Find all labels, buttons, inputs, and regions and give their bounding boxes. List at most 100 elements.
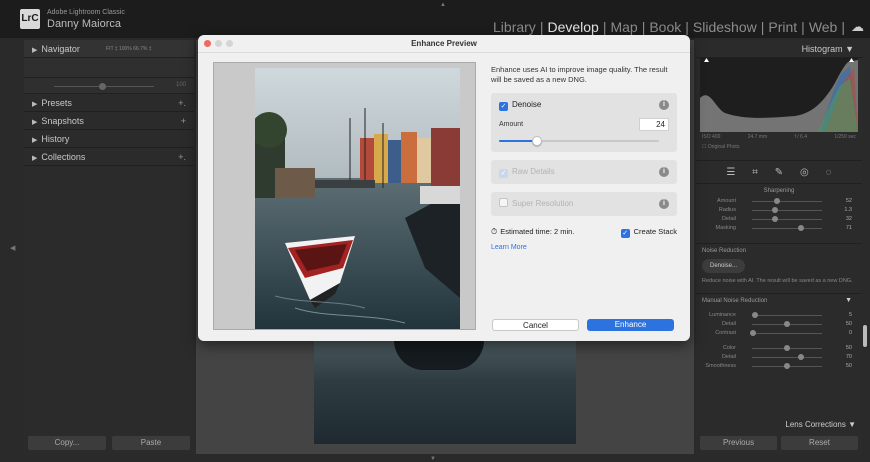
super-resolution-option-box: Super Resolution i bbox=[491, 192, 677, 216]
cloud-icon[interactable]: ☁ bbox=[851, 19, 864, 35]
create-stack-option[interactable]: ✓ Create Stack bbox=[620, 226, 677, 238]
slider-value[interactable]: 71 bbox=[846, 225, 852, 231]
preset-amount-value: 100 bbox=[175, 82, 186, 88]
slider-value[interactable]: 0 bbox=[849, 330, 852, 336]
collapse-triangle-icon[interactable]: ▼ bbox=[845, 294, 852, 308]
slider-label: Smoothness bbox=[705, 363, 736, 369]
sharpening-title: Sharpening bbox=[763, 188, 795, 194]
add-snapshot-icon[interactable]: + bbox=[181, 112, 186, 130]
slider-knob[interactable] bbox=[772, 207, 778, 213]
red-eye-icon[interactable]: ◎ bbox=[800, 167, 809, 178]
cancel-button[interactable]: Cancel bbox=[492, 319, 579, 331]
module-develop[interactable]: Develop bbox=[543, 19, 602, 35]
previous-button[interactable]: Previous bbox=[700, 436, 777, 450]
slider-label: Luminance bbox=[709, 312, 736, 318]
module-library[interactable]: Library bbox=[489, 19, 540, 35]
color-detail-slider[interactable]: Detail 70 bbox=[702, 353, 856, 362]
collapse-top-arrow-icon[interactable]: ▲ bbox=[440, 2, 446, 8]
snapshots-header[interactable]: ▶ Snapshots + bbox=[24, 112, 194, 130]
luminance-detail-slider[interactable]: Detail 50 bbox=[702, 320, 856, 329]
super-resolution-info-icon[interactable]: i bbox=[659, 199, 669, 209]
collapse-bottom-arrow-icon[interactable]: ▼ bbox=[430, 456, 436, 462]
module-book[interactable]: Book bbox=[645, 19, 685, 35]
edit-sliders-icon[interactable]: ☰ bbox=[726, 167, 735, 178]
slider-knob[interactable] bbox=[772, 216, 778, 222]
color-slider[interactable]: Color 50 bbox=[702, 344, 856, 353]
sharpening-radius-slider[interactable]: Radius 1.3 bbox=[702, 206, 856, 215]
slider-knob[interactable] bbox=[774, 198, 780, 204]
preview-photo[interactable] bbox=[255, 68, 460, 329]
navigator-zoom-options[interactable]: FIT ‡ 100% 66.7% ‡ bbox=[106, 40, 152, 58]
masking-icon[interactable]: ◌ bbox=[826, 167, 832, 178]
slider-knob[interactable] bbox=[784, 321, 790, 327]
slider-knob[interactable] bbox=[784, 345, 790, 351]
collections-header[interactable]: ▶ Collections +. bbox=[24, 148, 194, 166]
denoise-info-icon[interactable]: i bbox=[659, 100, 669, 110]
navigator-header[interactable]: ▶ Navigator FIT ‡ 100% 66.7% ‡ bbox=[24, 40, 194, 58]
slider-knob[interactable] bbox=[750, 330, 756, 336]
history-header[interactable]: ▶ History bbox=[24, 130, 194, 148]
dialog-options: Enhance uses AI to improve image quality… bbox=[491, 65, 677, 251]
create-stack-checkbox[interactable]: ✓ bbox=[620, 229, 630, 238]
copy-button[interactable]: Copy... bbox=[28, 436, 106, 450]
sharpening-amount-slider[interactable]: Amount 52 bbox=[702, 197, 856, 206]
add-collection-icon[interactable]: +. bbox=[178, 148, 186, 166]
enhance-button[interactable]: Enhance bbox=[587, 319, 674, 331]
smoothness-slider[interactable]: Smoothness 50 bbox=[702, 362, 856, 371]
preset-amount-knob[interactable] bbox=[99, 83, 106, 90]
module-map[interactable]: Map bbox=[606, 19, 641, 35]
denoise-option[interactable]: ✓ Denoise i bbox=[499, 99, 669, 111]
histogram-header[interactable]: Histogram ▼ bbox=[696, 40, 862, 58]
slider-knob[interactable] bbox=[784, 363, 790, 369]
crop-icon[interactable]: ⌗ bbox=[752, 167, 758, 178]
left-bottom-bar: Copy... Paste bbox=[24, 433, 194, 453]
slider-value[interactable]: 70 bbox=[846, 354, 852, 360]
luminance-contrast-slider[interactable]: Contrast 0 bbox=[702, 329, 856, 338]
lens-corrections-header[interactable]: Lens Corrections ▼ bbox=[696, 418, 862, 432]
slider-value[interactable]: 50 bbox=[846, 363, 852, 369]
slider-knob[interactable] bbox=[798, 354, 804, 360]
sharpening-detail-slider[interactable]: Detail 32 bbox=[702, 215, 856, 224]
healing-icon[interactable]: ✎ bbox=[775, 167, 783, 178]
slider-knob[interactable] bbox=[798, 225, 804, 231]
slider-value[interactable]: 1.3 bbox=[844, 207, 852, 213]
slider-value[interactable]: 32 bbox=[846, 216, 852, 222]
super-resolution-option[interactable]: Super Resolution i bbox=[499, 198, 669, 210]
slider-value[interactable]: 52 bbox=[846, 198, 852, 204]
denoise-checkbox[interactable]: ✓ bbox=[499, 102, 508, 111]
slider-knob[interactable] bbox=[752, 312, 758, 318]
reset-button[interactable]: Reset bbox=[781, 436, 858, 450]
super-resolution-checkbox[interactable] bbox=[499, 198, 508, 207]
add-preset-icon[interactable]: +. bbox=[178, 94, 186, 112]
preset-amount-slider[interactable]: 100 bbox=[24, 78, 194, 94]
module-web[interactable]: Web bbox=[805, 19, 842, 35]
raw-details-option[interactable]: ✓ Raw Details i bbox=[499, 166, 669, 178]
denoise-button[interactable]: Denoise... bbox=[702, 259, 746, 273]
learn-more-link[interactable]: Learn More bbox=[491, 244, 677, 251]
histogram bbox=[700, 58, 858, 132]
slider-label: Masking bbox=[715, 225, 736, 231]
module-print[interactable]: Print bbox=[764, 19, 801, 35]
amount-row: Amount 24 bbox=[499, 118, 669, 132]
slider-value[interactable]: 5 bbox=[849, 312, 852, 318]
history-label: History bbox=[41, 134, 70, 144]
manual-noise-reduction-sliders: Luminance 5 Detail 50 Contrast 0 Color 5… bbox=[696, 307, 862, 375]
collapse-left-arrow-icon[interactable]: ◀ bbox=[10, 244, 15, 252]
right-panel-scrollbar[interactable] bbox=[863, 325, 867, 347]
luminance-slider[interactable]: Luminance 5 bbox=[702, 311, 856, 320]
slider-value[interactable]: 50 bbox=[846, 345, 852, 351]
original-photo-toggle[interactable]: ☐ Original Photo bbox=[696, 140, 862, 154]
right-panel: Histogram ▼ ISO 400 24.7 mm f / 6.4 1/25… bbox=[696, 40, 862, 454]
module-slideshow[interactable]: Slideshow bbox=[689, 19, 761, 35]
manual-noise-reduction-header[interactable]: Manual Noise Reduction ▼ bbox=[696, 293, 862, 307]
amount-slider[interactable] bbox=[499, 136, 669, 146]
amount-slider-knob[interactable] bbox=[532, 136, 542, 146]
raw-details-checkbox[interactable]: ✓ bbox=[499, 169, 508, 178]
paste-button[interactable]: Paste bbox=[112, 436, 190, 450]
slider-value[interactable]: 50 bbox=[846, 321, 852, 327]
amount-input[interactable]: 24 bbox=[639, 118, 669, 131]
sharpening-masking-slider[interactable]: Masking 71 bbox=[702, 224, 856, 233]
raw-details-info-icon[interactable]: i bbox=[659, 167, 669, 177]
presets-header[interactable]: ▶ Presets +. bbox=[24, 94, 194, 112]
collections-label: Collections bbox=[41, 152, 86, 162]
